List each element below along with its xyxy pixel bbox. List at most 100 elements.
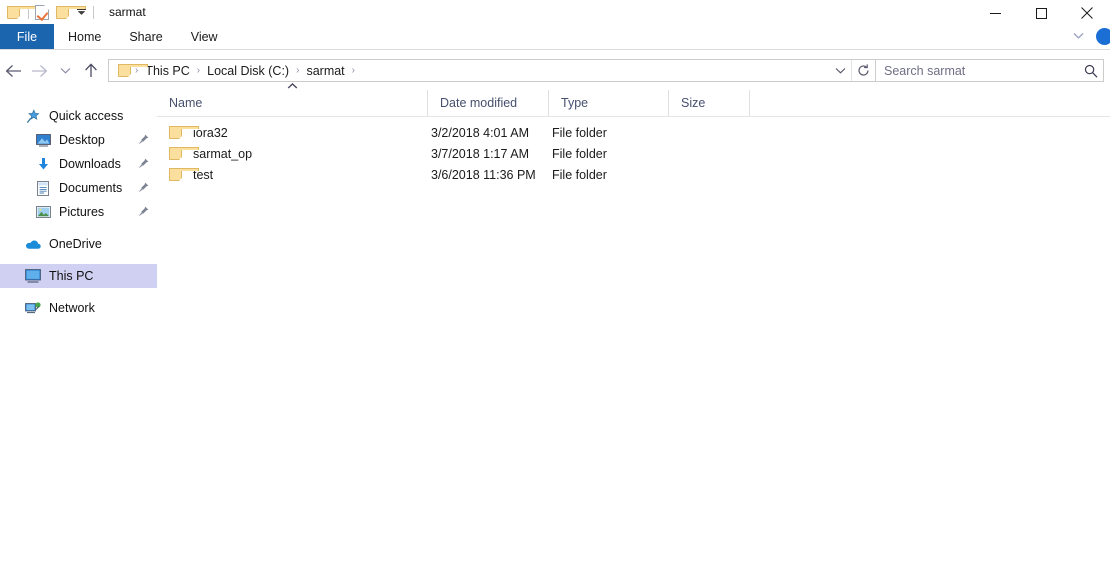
folder-icon (169, 168, 199, 181)
sidebar-item-label: Pictures (59, 205, 105, 219)
search-input[interactable]: Search sarmat (876, 64, 1079, 78)
desktop-icon (35, 132, 51, 148)
search-icon[interactable] (1079, 64, 1103, 78)
downloads-icon (35, 156, 51, 172)
column-header-label: Size (681, 96, 706, 110)
ribbon-right-controls (1069, 24, 1110, 49)
expand-ribbon-chevron-down-icon[interactable] (1069, 30, 1088, 44)
documents-icon (35, 180, 51, 196)
tab-home[interactable]: Home (54, 24, 115, 49)
refresh-icon[interactable] (851, 60, 875, 81)
cell-name: iora32 (157, 126, 427, 140)
pictures-icon (35, 204, 51, 220)
breadcrumb-separator-icon[interactable]: › (294, 65, 301, 76)
address-history-chevron-down-icon[interactable] (829, 60, 851, 81)
sidebar-item-this-pc[interactable]: This PC (0, 264, 157, 288)
pin-icon[interactable] (138, 158, 149, 172)
cell-type: File folder (552, 167, 607, 182)
quick-access-toolbar: sarmat (0, 0, 146, 24)
maximize-button[interactable] (1018, 0, 1064, 26)
sidebar-item-pictures[interactable]: Pictures (0, 200, 157, 224)
column-header-label: Name (169, 96, 203, 110)
window-title: sarmat (109, 5, 146, 19)
main-area: Quick access Desktop Downloads Documents… (0, 83, 1110, 579)
breadcrumb-separator-icon[interactable]: › (350, 65, 357, 76)
breadcrumb: › This PC › Local Disk (C:) › sarmat › (109, 64, 829, 78)
file-list-pane: Name Date modified Type Size iora32 3/2/… (157, 83, 1110, 579)
new-folder-icon[interactable] (56, 5, 86, 19)
network-icon (25, 300, 41, 316)
address-bar[interactable]: › This PC › Local Disk (C:) › sarmat › (108, 59, 876, 82)
close-button[interactable] (1064, 0, 1110, 26)
sidebar-item-desktop[interactable]: Desktop (0, 128, 157, 152)
table-row[interactable]: test 3/6/2018 11:36 PM File folder (157, 164, 1110, 185)
back-button[interactable] (0, 58, 26, 84)
sort-ascending-icon (287, 81, 298, 92)
sidebar-item-label: Desktop (59, 133, 105, 147)
folder-icon (169, 147, 199, 160)
cell-name: test (157, 168, 427, 182)
sidebar-item-label: Quick access (49, 109, 124, 123)
file-rows: iora32 3/2/2018 4:01 AM File folder sarm… (157, 117, 1110, 185)
sidebar-item-label: This PC (49, 269, 94, 283)
column-headers: Name Date modified Type Size (157, 83, 1110, 117)
column-header-label: Date modified (440, 96, 518, 110)
sidebar-item-label: Downloads (59, 157, 121, 171)
sidebar-item-downloads[interactable]: Downloads (0, 152, 157, 176)
forward-button[interactable] (26, 58, 52, 84)
minimize-button[interactable] (972, 0, 1018, 26)
breadcrumb-item-local-disk[interactable]: Local Disk (C:) (202, 64, 294, 78)
column-header-type[interactable]: Type (548, 90, 668, 116)
folder-icon (169, 126, 199, 139)
tab-file[interactable]: File (0, 24, 54, 49)
breadcrumb-item-sarmat[interactable]: sarmat (301, 64, 349, 78)
qat-divider-2 (93, 5, 94, 19)
tab-view[interactable]: View (177, 24, 232, 49)
breadcrumb-separator-icon: › (135, 64, 139, 76)
sidebar-item-label: Documents (59, 181, 123, 195)
cell-type: File folder (552, 125, 607, 140)
sidebar-item-label: OneDrive (49, 237, 102, 251)
search-box[interactable]: Search sarmat (876, 59, 1104, 82)
column-header-size[interactable]: Size (668, 90, 749, 116)
cell-name: sarmat_op (157, 147, 427, 161)
breadcrumb-item-this-pc[interactable]: This PC (140, 64, 194, 78)
properties-icon[interactable] (35, 4, 49, 20)
cell-date-modified: 3/7/2018 1:17 AM (431, 146, 529, 161)
recent-locations-chevron-down-icon[interactable] (52, 58, 78, 84)
tab-share[interactable]: Share (115, 24, 176, 49)
sidebar-item-network[interactable]: Network (0, 296, 157, 320)
table-row[interactable]: sarmat_op 3/7/2018 1:17 AM File folder (157, 143, 1110, 164)
help-button[interactable] (1096, 28, 1110, 45)
cell-date-modified: 3/2/2018 4:01 AM (431, 125, 529, 140)
folder-icon[interactable] (7, 5, 37, 19)
pin-icon[interactable] (138, 206, 149, 220)
table-row[interactable]: iora32 3/2/2018 4:01 AM File folder (157, 122, 1110, 143)
column-header-label: Type (561, 96, 589, 110)
sidebar-item-documents[interactable]: Documents (0, 176, 157, 200)
column-header-end-divider (749, 90, 750, 116)
star-pin-icon (25, 108, 41, 124)
cell-date-modified: 3/6/2018 11:36 PM (431, 167, 536, 182)
breadcrumb-separator-icon[interactable]: › (195, 65, 202, 76)
ribbon-tab-bar: File Home Share View (0, 24, 1110, 50)
pin-icon[interactable] (138, 182, 149, 196)
window-controls (972, 0, 1110, 26)
title-bar: sarmat (0, 0, 1110, 24)
cell-type: File folder (552, 146, 607, 161)
file-name: sarmat_op (193, 146, 253, 161)
navigation-pane: Quick access Desktop Downloads Documents… (0, 90, 157, 579)
onedrive-icon (25, 236, 41, 252)
column-header-date-modified[interactable]: Date modified (427, 90, 548, 116)
sidebar-item-quick-access[interactable]: Quick access (0, 104, 157, 128)
pin-icon[interactable] (138, 134, 149, 148)
this-pc-icon (25, 268, 41, 284)
column-header-name[interactable]: Name (157, 83, 427, 116)
up-button[interactable] (78, 58, 104, 84)
customize-caret-icon[interactable] (76, 8, 87, 17)
navigation-bar: › This PC › Local Disk (C:) › sarmat › S… (0, 50, 1110, 90)
sidebar-item-onedrive[interactable]: OneDrive (0, 232, 157, 256)
